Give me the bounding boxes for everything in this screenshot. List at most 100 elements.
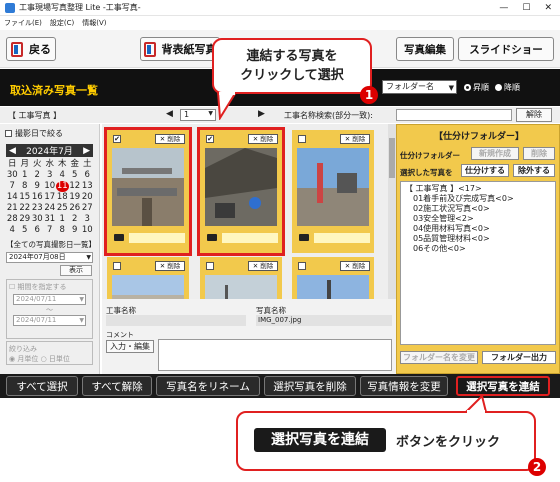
calendar-day[interactable]: 21 bbox=[6, 203, 19, 214]
photo-checkbox[interactable]: ✔ bbox=[113, 135, 121, 143]
calendar-day[interactable]: 4 bbox=[6, 225, 19, 236]
calendar-day[interactable]: 8 bbox=[56, 225, 69, 236]
calendar-day[interactable]: 14 bbox=[6, 192, 19, 203]
unit-day-radio[interactable]: ○ 日単位 bbox=[41, 355, 70, 363]
calendar-day[interactable]: 10 bbox=[81, 225, 94, 236]
calendar-day[interactable]: 28 bbox=[6, 214, 19, 225]
rename-folder-button[interactable]: フォルダー名を変更 bbox=[400, 351, 478, 364]
calendar-day[interactable]: 24 bbox=[44, 203, 57, 214]
calendar-day[interactable]: 5 bbox=[69, 170, 82, 181]
concat-selected-button[interactable]: 選択写真を連結 bbox=[456, 376, 550, 396]
tree-item[interactable]: 01着手前及び完成写真<0> bbox=[405, 194, 551, 204]
slideshow-button[interactable]: スライドショー bbox=[458, 37, 554, 61]
calendar-day[interactable]: 5 bbox=[19, 225, 32, 236]
calendar-day[interactable]: 7 bbox=[44, 225, 57, 236]
photo-thumbnail[interactable] bbox=[297, 148, 369, 226]
delete-selected-button[interactable]: 選択写真を削除 bbox=[264, 376, 356, 396]
new-folder-button[interactable]: 新規作成 bbox=[471, 147, 519, 160]
calendar-grid[interactable]: 日月火水木金土 30 1 2 3 4 5 6 7 8 9 10 11 12 13 14 15 16 17 18 19 20… bbox=[6, 159, 93, 236]
calendar-day[interactable]: 12 bbox=[69, 181, 82, 192]
exclude-button[interactable]: 除外する bbox=[513, 164, 555, 177]
date-list-select[interactable]: 2024年07月08日 ▼ bbox=[6, 252, 93, 263]
maximize-button[interactable]: ☐ bbox=[522, 3, 530, 13]
tree-item[interactable]: 03安全管理<2> bbox=[405, 214, 551, 224]
comment-field[interactable] bbox=[158, 339, 392, 371]
date-filter-checkbox[interactable]: 撮影日で絞る bbox=[5, 128, 99, 139]
change-photo-info-button[interactable]: 写真情報を変更 bbox=[360, 376, 448, 396]
delete-folder-button[interactable]: 削除 bbox=[523, 147, 555, 160]
calendar-day[interactable]: 9 bbox=[69, 225, 82, 236]
photo-thumbnail[interactable] bbox=[112, 275, 184, 299]
menu-file[interactable]: ファイル(E) bbox=[4, 18, 42, 28]
period-checkbox[interactable]: ☐ 期間を指定する bbox=[9, 282, 90, 292]
calendar-day[interactable]: 30 bbox=[31, 214, 44, 225]
calendar-day[interactable]: 1 bbox=[56, 214, 69, 225]
calendar-day[interactable]: 1 bbox=[19, 170, 32, 181]
clear-button[interactable]: 解除 bbox=[516, 108, 552, 122]
period-from-select[interactable]: 2024/07/11 ▼ bbox=[13, 294, 86, 305]
photo-delete-button[interactable]: ✕ 削除 bbox=[248, 261, 278, 271]
tree-root[interactable]: 【 工事写真 】<17> bbox=[405, 184, 551, 194]
calendar-day[interactable]: 17 bbox=[44, 192, 57, 203]
calendar-day[interactable]: 19 bbox=[69, 192, 82, 203]
photo-delete-button[interactable]: ✕ 削除 bbox=[340, 261, 370, 271]
cover-photo-button[interactable]: 背表紙写真 bbox=[140, 37, 220, 61]
calendar-day[interactable]: 18 bbox=[56, 192, 69, 203]
calendar-day[interactable]: 3 bbox=[44, 170, 57, 181]
calendar-day[interactable]: 11 bbox=[56, 181, 69, 192]
unit-month-radio[interactable]: ◉ 月単位 bbox=[9, 355, 38, 363]
close-button[interactable]: ✕ bbox=[544, 3, 552, 13]
calendar-day[interactable]: 27 bbox=[81, 203, 94, 214]
calendar-day[interactable]: 8 bbox=[19, 181, 32, 192]
menu-info[interactable]: 情報(V) bbox=[82, 18, 106, 28]
photo-checkbox[interactable] bbox=[298, 135, 306, 143]
scrollbar-thumb[interactable] bbox=[389, 138, 395, 178]
tree-item[interactable]: 02施工状況写真<0> bbox=[405, 204, 551, 214]
photo-card[interactable]: ✔ ✕ 削除 bbox=[104, 127, 192, 256]
calendar-day[interactable]: 7 bbox=[6, 181, 19, 192]
photo-card[interactable]: ✔ ✕ 削除 bbox=[197, 127, 285, 256]
next-month-icon[interactable]: ▶ bbox=[83, 146, 90, 156]
photo-checkbox[interactable] bbox=[298, 262, 306, 270]
calendar-day[interactable]: 16 bbox=[31, 192, 44, 203]
next-page-icon[interactable]: ▶ bbox=[258, 109, 265, 119]
calendar-day[interactable]: 2 bbox=[31, 170, 44, 181]
input-edit-button[interactable]: 入力・編集 bbox=[106, 340, 154, 353]
calendar-day[interactable]: 6 bbox=[31, 225, 44, 236]
calendar-day[interactable]: 22 bbox=[19, 203, 32, 214]
photo-card[interactable]: ✕ 削除 bbox=[200, 257, 282, 299]
photo-delete-button[interactable]: ✕ 削除 bbox=[155, 261, 185, 271]
calendar-day[interactable]: 26 bbox=[69, 203, 82, 214]
calendar-day[interactable]: 29 bbox=[19, 214, 32, 225]
calendar-day[interactable]: 3 bbox=[81, 214, 94, 225]
tree-item[interactable]: 06その他<0> bbox=[405, 244, 551, 254]
photo-checkbox[interactable] bbox=[113, 262, 121, 270]
photo-thumbnail[interactable] bbox=[205, 148, 277, 226]
photo-edit-button[interactable]: 写真編集 bbox=[396, 37, 454, 61]
prev-page-icon[interactable]: ◀ bbox=[166, 109, 173, 119]
calendar-day[interactable]: 31 bbox=[44, 214, 57, 225]
calendar-day[interactable]: 25 bbox=[56, 203, 69, 214]
photo-delete-button[interactable]: ✕ 削除 bbox=[340, 134, 370, 144]
rename-photos-button[interactable]: 写真名をリネーム bbox=[156, 376, 260, 396]
photo-card[interactable]: ✕ 削除 bbox=[292, 257, 374, 299]
prev-month-icon[interactable]: ◀ bbox=[9, 146, 16, 156]
select-all-button[interactable]: すべて選択 bbox=[6, 376, 78, 396]
photo-thumbnail[interactable] bbox=[297, 275, 369, 299]
calendar-day[interactable]: 13 bbox=[81, 181, 94, 192]
photo-delete-button[interactable]: ✕ 削除 bbox=[155, 134, 185, 144]
photo-card[interactable]: ✕ 削除 bbox=[107, 257, 189, 299]
photo-delete-button[interactable]: ✕ 削除 bbox=[248, 134, 278, 144]
calendar-day[interactable]: 30 bbox=[6, 170, 19, 181]
back-button[interactable]: 戻る bbox=[6, 37, 56, 61]
photo-thumbnail[interactable] bbox=[205, 275, 277, 299]
period-to-select[interactable]: 2024/07/11 ▼ bbox=[13, 315, 86, 326]
calendar-day[interactable]: 2 bbox=[69, 214, 82, 225]
folder-output-button[interactable]: フォルダー出力 bbox=[482, 351, 556, 364]
calendar-day[interactable]: 9 bbox=[31, 181, 44, 192]
grid-scrollbar[interactable] bbox=[388, 124, 396, 299]
calendar-day[interactable]: 10 bbox=[44, 181, 57, 192]
sort-desc-radio[interactable]: 降順 bbox=[495, 82, 520, 93]
sort-asc-radio[interactable]: 昇順 bbox=[464, 82, 489, 93]
search-input[interactable] bbox=[396, 109, 512, 121]
